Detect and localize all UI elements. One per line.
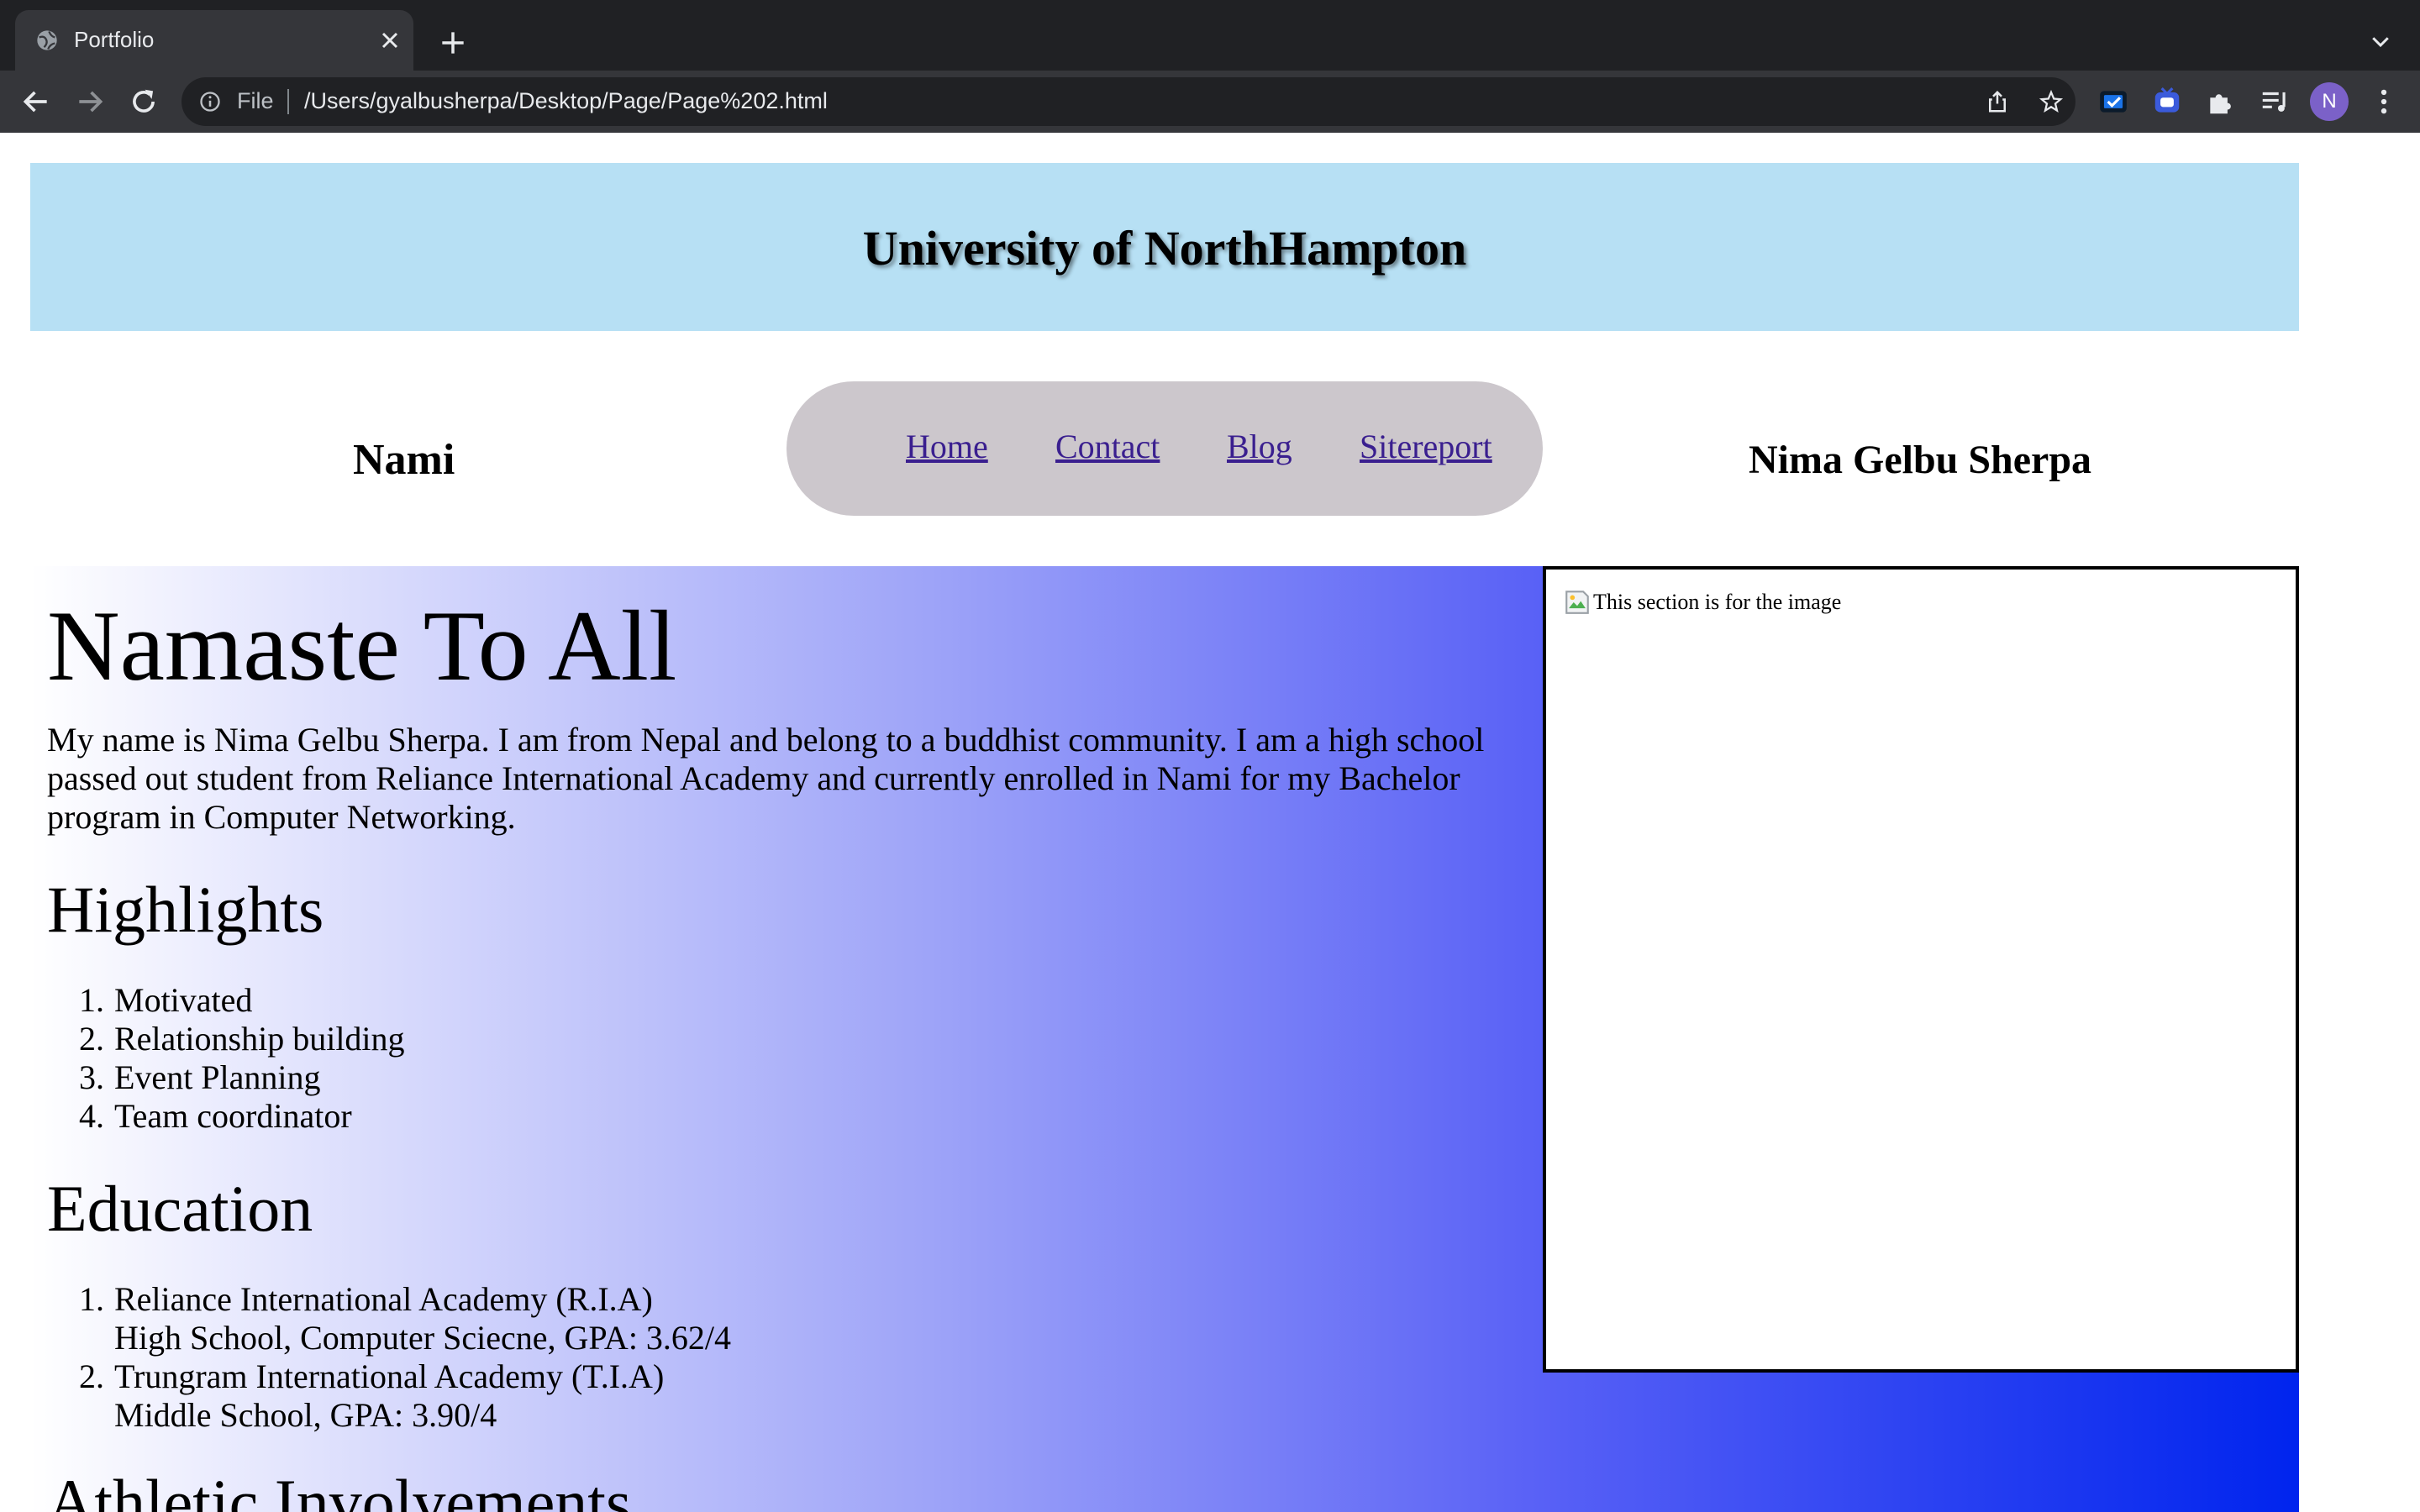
info-icon[interactable] [198,90,222,113]
reload-icon[interactable] [128,86,160,118]
list-item: 1. Reliance International Academy (R.I.A… [79,1280,732,1357]
forward-icon[interactable] [74,86,106,118]
list-item: 2. Trungram International Academy (T.I.A… [79,1357,665,1434]
greeting-heading: Namaste To All [47,590,677,701]
omnibox-divider [287,89,289,114]
share-icon[interactable] [1985,89,2010,114]
education-list: 1. Reliance International Academy (R.I.A… [79,1280,732,1435]
nav-link-home[interactable]: Home [906,427,988,466]
nav-link-contact[interactable]: Contact [1055,427,1160,466]
nav-link-sitereport[interactable]: Sitereport [1360,427,1492,466]
browser-tab[interactable]: Portfolio [15,10,413,71]
list-item: 2. Relationship building [79,1020,405,1058]
list-item: 4. Team coordinator [79,1097,352,1135]
banner-title: University of NorthHampton [862,221,1467,276]
education-heading: Education [47,1172,313,1245]
main-nav: Home Contact Blog Sitereport [786,381,1543,516]
highlights-list: 1. Motivated 2. Relationship building 3. Ev… [79,981,405,1136]
athletic-heading: Athletic Involvements [47,1466,632,1512]
globe-icon [37,30,57,50]
tv-extension-icon[interactable] [2151,86,2183,118]
profile-avatar[interactable]: N [2310,82,2349,121]
address-bar[interactable]: File /Users/gyalbusherpa/Desktop/Page/Pa… [182,77,2075,126]
url-scheme-label: File [237,88,274,113]
browser-tab-strip: Portfolio [0,0,2420,71]
image-alt-text: This section is for the image [1593,590,1842,614]
tab-title: Portfolio [74,27,155,52]
extensions-puzzle-icon[interactable] [2205,86,2237,118]
url-text[interactable]: /Users/gyalbusherpa/Desktop/Page/Page%20… [304,88,828,114]
list-item: 1. Motivated [79,981,253,1019]
new-tab-icon[interactable] [437,27,469,59]
nav-link-blog[interactable]: Blog [1227,427,1292,466]
brand-right: Nima Gelbu Sherpa [1749,438,2092,482]
menu-kebab-icon[interactable] [2368,86,2400,118]
reading-list-icon[interactable] [2259,86,2291,118]
browser-toolbar: File /Users/gyalbusherpa/Desktop/Page/Pa… [0,71,2420,133]
web-page: University of NorthHampton Nami Home Con… [0,133,2420,1512]
intro-paragraph: My name is Nima Gelbu Sherpa. I am from … [47,721,1485,836]
close-tab-icon[interactable] [376,27,403,54]
site-banner: University of NorthHampton [30,163,2299,331]
profile-image-placeholder: This section is for the image [1543,566,2299,1373]
bookmark-star-icon[interactable] [2039,89,2064,114]
brand-left: Nami [353,436,455,484]
screenshot-extension-icon[interactable] [2097,86,2129,118]
back-icon[interactable] [20,86,52,118]
highlights-heading: Highlights [47,873,324,946]
broken-image-icon [1565,591,1589,614]
list-item: 3. Event Planning [79,1058,321,1096]
tab-search-chevron-icon[interactable] [2368,29,2393,54]
